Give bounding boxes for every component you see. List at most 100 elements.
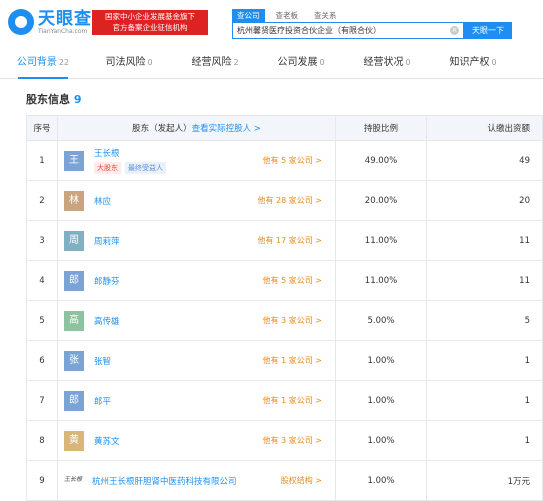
table-row: 9 王长根 杭州王长根肝胆肾中医药科技有限公司 股权结构 > 1.00% 1万元 bbox=[26, 460, 543, 501]
table-row: 6 张 张智 他有 1 家公司 > 1.00% 1 bbox=[26, 340, 543, 381]
row-index: 1 bbox=[26, 140, 58, 181]
view-controller-link[interactable]: 查看实际控股人 > bbox=[192, 124, 261, 134]
search-input[interactable]: 杭州馨贤医疗投资合伙企业（有限合伙） × bbox=[232, 22, 464, 39]
site-logo[interactable]: 天眼查 TianYanCha.com bbox=[8, 9, 92, 35]
tab-search-boss[interactable]: 查老板 bbox=[271, 9, 304, 22]
shareholder-name-link[interactable]: 杭州王长根肝胆肾中医药科技有限公司 bbox=[92, 475, 237, 487]
tab-label: 公司背景 bbox=[16, 57, 57, 68]
shareholder-table: 序号 股东（发起人）查看实际控股人 > 持股比例 认缴出资额 1 王 王长根 大… bbox=[26, 115, 543, 501]
shareholder-name-link[interactable]: 张智 bbox=[94, 355, 111, 367]
tab-intellectual-property[interactable]: 知识产权 0 bbox=[430, 48, 516, 78]
beneficiary-tag: 最终受益人 bbox=[125, 162, 166, 174]
avatar[interactable]: 黄 bbox=[64, 430, 84, 451]
tab-label: 知识产权 bbox=[449, 57, 490, 68]
table-header-row: 序号 股东（发起人）查看实际控股人 > 持股比例 认缴出资额 bbox=[26, 115, 543, 141]
related-companies-link[interactable]: 他有 5 家公司 > bbox=[263, 155, 322, 166]
badge-line-1: 国家中小企业发展基金旗下 bbox=[105, 12, 195, 21]
avatar[interactable]: 王 bbox=[64, 150, 84, 171]
subscribed-amount: 5 bbox=[426, 300, 543, 341]
shareholder-name-link[interactable]: 郎平 bbox=[94, 395, 111, 407]
related-companies-link[interactable]: 他有 1 家公司 > bbox=[263, 395, 322, 406]
col-ratio: 持股比例 bbox=[335, 115, 427, 141]
share-ratio: 49.00% bbox=[335, 140, 427, 181]
avatar[interactable]: 高 bbox=[64, 310, 84, 331]
table-row: 7 郎 郎平 他有 1 家公司 > 1.00% 1 bbox=[26, 380, 543, 421]
share-ratio: 1.00% bbox=[335, 460, 427, 501]
clear-icon[interactable]: × bbox=[450, 26, 459, 35]
shareholder-cell: 林 林应 他有 28 家公司 > bbox=[57, 180, 336, 221]
tab-label: 经营风险 bbox=[191, 57, 232, 68]
tab-count: 0 bbox=[319, 58, 325, 67]
related-companies-link[interactable]: 他有 5 家公司 > bbox=[263, 275, 322, 286]
shareholder-name-link[interactable]: 周莉萍 bbox=[94, 235, 120, 247]
tab-legal-risk[interactable]: 司法风险 0 bbox=[86, 48, 172, 78]
share-ratio: 1.00% bbox=[335, 340, 427, 381]
related-companies-link[interactable]: 他有 3 家公司 > bbox=[263, 315, 322, 326]
subscribed-amount: 1 bbox=[426, 420, 543, 461]
col-amount: 认缴出资额 bbox=[426, 115, 543, 141]
tab-count: 2 bbox=[233, 58, 239, 67]
shareholder-cell: 郎 郎静芬 他有 5 家公司 > bbox=[57, 260, 336, 301]
tab-search-relation[interactable]: 查关系 bbox=[309, 9, 342, 22]
eye-logo-icon bbox=[8, 9, 34, 35]
share-ratio: 11.00% bbox=[335, 220, 427, 261]
avatar[interactable]: 张 bbox=[64, 350, 84, 371]
tab-business-risk[interactable]: 经营风险 2 bbox=[172, 48, 258, 78]
shareholder-cell: 王 王长根 大股东 最终受益人 他有 5 家公司 > bbox=[57, 140, 336, 181]
row-index: 8 bbox=[26, 420, 58, 461]
row-index: 5 bbox=[26, 300, 58, 341]
tab-company-background[interactable]: 公司背景 22 bbox=[0, 48, 86, 79]
tab-business-status[interactable]: 经营状况 0 bbox=[344, 48, 430, 78]
related-companies-link[interactable]: 他有 17 家公司 > bbox=[257, 235, 322, 246]
avatar[interactable]: 周 bbox=[64, 230, 84, 251]
tab-search-company[interactable]: 查公司 bbox=[232, 9, 265, 22]
shareholder-cell: 黄 黄苏文 他有 3 家公司 > bbox=[57, 420, 336, 461]
shareholder-name-link[interactable]: 黄苏文 bbox=[94, 435, 120, 447]
col-shareholder: 股东（发起人）查看实际控股人 > bbox=[57, 115, 336, 141]
company-logo: 王长根 bbox=[64, 475, 83, 483]
tab-count: 22 bbox=[58, 58, 70, 67]
shareholder-name-link[interactable]: 林应 bbox=[94, 195, 111, 207]
tab-count: 0 bbox=[147, 58, 153, 67]
avatar[interactable]: 林 bbox=[64, 190, 84, 211]
related-companies-link[interactable]: 股权结构 > bbox=[281, 475, 322, 486]
shareholder-name-link[interactable]: 郎静芬 bbox=[94, 275, 120, 287]
subscribed-amount: 1 bbox=[426, 380, 543, 421]
table-row: 4 郎 郎静芬 他有 5 家公司 > 11.00% 11 bbox=[26, 260, 543, 301]
share-ratio: 5.00% bbox=[335, 300, 427, 341]
tab-company-development[interactable]: 公司发展 0 bbox=[258, 48, 344, 78]
row-index: 3 bbox=[26, 220, 58, 261]
section-count: 9 bbox=[73, 93, 82, 106]
row-index: 7 bbox=[26, 380, 58, 421]
section-nav: 公司背景 22 司法风险 0 经营风险 2 公司发展 0 经营状况 0 知识产权 0 bbox=[0, 48, 543, 79]
row-index: 2 bbox=[26, 180, 58, 221]
subscribed-amount: 49 bbox=[426, 140, 543, 181]
related-companies-link[interactable]: 他有 3 家公司 > bbox=[263, 435, 322, 446]
table-row: 8 黄 黄苏文 他有 3 家公司 > 1.00% 1 bbox=[26, 420, 543, 461]
share-ratio: 20.00% bbox=[335, 180, 427, 221]
tab-label: 公司发展 bbox=[277, 57, 318, 68]
major-shareholder-tag: 大股东 bbox=[94, 162, 121, 174]
avatar[interactable]: 郎 bbox=[64, 270, 84, 291]
shareholder-cell: 郎 郎平 他有 1 家公司 > bbox=[57, 380, 336, 421]
search-mode-tabs: 查公司 查老板 查关系 bbox=[232, 9, 348, 22]
col-shareholder-label: 股东（发起人） bbox=[132, 124, 192, 134]
avatar[interactable]: 郎 bbox=[64, 390, 84, 411]
subscribed-amount: 1万元 bbox=[426, 460, 543, 501]
col-index: 序号 bbox=[26, 115, 58, 141]
top-header: 天眼查 TianYanCha.com 国家中小企业发展基金旗下 官方备案企业征信… bbox=[0, 0, 543, 44]
official-badge: 国家中小企业发展基金旗下 官方备案企业征信机构 bbox=[92, 10, 208, 35]
section-title-text: 股东信息 bbox=[26, 93, 70, 106]
shareholder-cell: 张 张智 他有 1 家公司 > bbox=[57, 340, 336, 381]
related-companies-link[interactable]: 他有 1 家公司 > bbox=[263, 355, 322, 366]
tab-count: 0 bbox=[405, 58, 411, 67]
share-ratio: 1.00% bbox=[335, 420, 427, 461]
shareholder-name-link[interactable]: 高传雄 bbox=[94, 315, 120, 327]
table-row: 2 林 林应 他有 28 家公司 > 20.00% 20 bbox=[26, 180, 543, 221]
related-companies-link[interactable]: 他有 28 家公司 > bbox=[257, 195, 322, 206]
tab-label: 司法风险 bbox=[105, 57, 146, 68]
table-row: 1 王 王长根 大股东 最终受益人 他有 5 家公司 > 49.00% 49 bbox=[26, 140, 543, 181]
shareholder-name-link[interactable]: 王长根 bbox=[94, 147, 170, 159]
subscribed-amount: 1 bbox=[426, 340, 543, 381]
search-button[interactable]: 天眼一下 bbox=[464, 22, 512, 39]
